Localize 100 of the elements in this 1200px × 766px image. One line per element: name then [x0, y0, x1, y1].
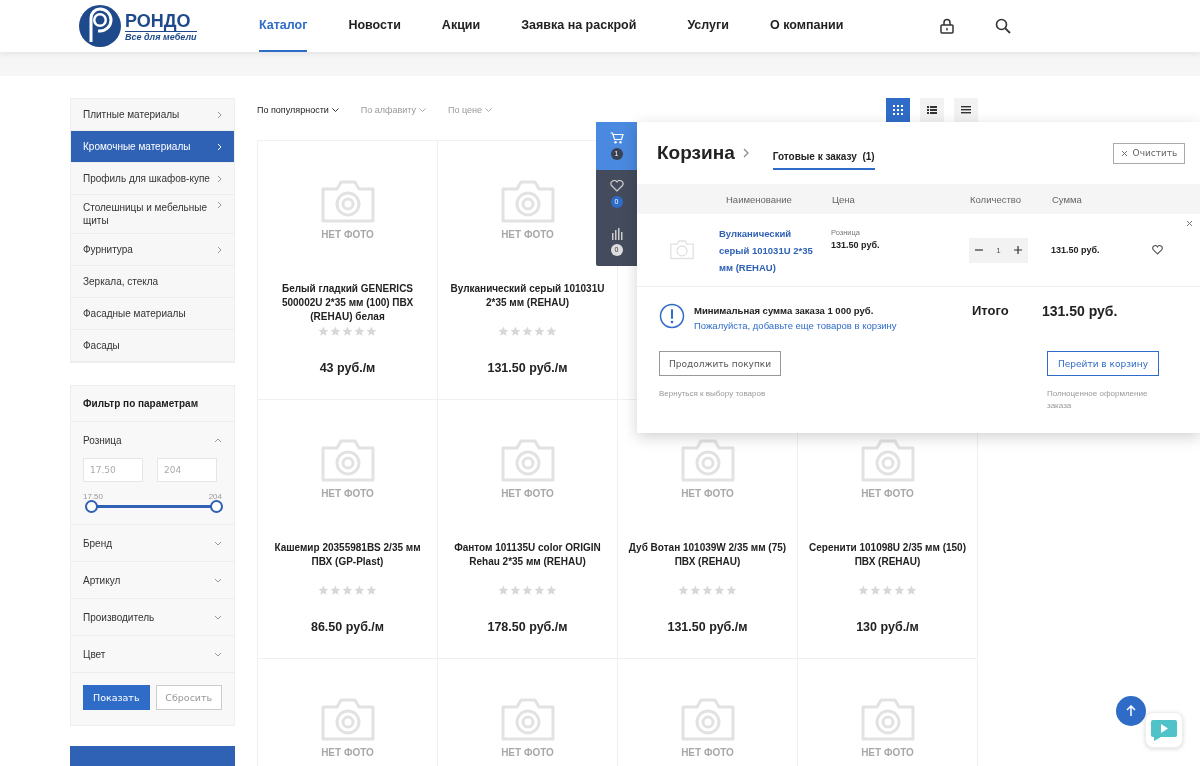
camera-icon [669, 239, 695, 261]
product-name[interactable]: Дуб Вотан 101039W 2/35 мм (75) ПВХ (REHAU) [625, 541, 790, 583]
chevron-icon [217, 142, 222, 151]
product-name[interactable]: Вулканический серый 101031U 2*35 мм (REHAU) [445, 282, 610, 324]
arrow-up-icon [1126, 705, 1136, 717]
filter-label[interactable]: Бренд [83, 537, 113, 549]
total-label: Итого [972, 303, 1010, 318]
range-max-label: 204 [208, 492, 222, 501]
category-item[interactable]: Столешницы и мебельные щиты [71, 195, 234, 234]
nav-link[interactable]: Услуги [687, 0, 729, 52]
product-price: 130 руб./м [856, 620, 919, 634]
no-photo-label: НЕТ ФОТО [321, 488, 374, 499]
minimum-order-notice: Минимальная сумма заказа 1 000 руб. [694, 305, 875, 316]
category-item[interactable]: Зеркала, стекла [71, 266, 234, 298]
heart-icon[interactable] [1152, 245, 1164, 255]
sort-link[interactable]: По популярности [257, 105, 339, 115]
tiles-view-button[interactable] [886, 98, 910, 122]
lock-icon[interactable] [939, 18, 956, 34]
filter-label[interactable]: Производитель [83, 611, 155, 623]
no-photo-label: НЕТ ФОТО [501, 747, 554, 758]
cart-icon [609, 132, 624, 144]
caret-icon [485, 108, 492, 112]
continue-shopping-button[interactable]: Продолжить покупки [659, 351, 781, 376]
category-item[interactable]: Кромочные материалы [71, 131, 234, 163]
product-price: 43 руб./м [319, 361, 376, 375]
filter-label[interactable]: Цвет [83, 648, 106, 660]
cart-item-name[interactable]: Вулканический серый 101031U 2*35 мм (REHAU) [719, 224, 819, 276]
column-header: Количество [970, 193, 1023, 205]
column-header: Сумма [1052, 193, 1082, 205]
product-name[interactable]: Фантом 101135U color ORIGIN Rehau 2*35 мм (REHAU) [445, 541, 610, 583]
price-from-field[interactable]: 17.50 [83, 458, 143, 482]
no-photo-label: НЕТ ФОТО [501, 229, 554, 240]
close-icon [1120, 149, 1128, 157]
column-header: Наименование [726, 193, 793, 205]
bar-chart-icon [610, 228, 623, 240]
show-button[interactable]: Показать [83, 685, 150, 710]
category-item[interactable]: Фасады [71, 330, 234, 362]
product-name[interactable]: Белый гладкий GENERICS 500002U 2*35 мм (100) ПВХ (REHAU) белая [265, 282, 430, 324]
filter-title: Фильтр по параметрам [71, 386, 234, 422]
button-hint: Вернуться к выбору товаров [659, 388, 767, 400]
filter-label[interactable]: Розница [83, 434, 122, 446]
chevron-icon[interactable] [214, 651, 222, 657]
clear-button[interactable]: Очистить [1113, 142, 1185, 164]
nav-link[interactable]: О компании [769, 0, 844, 52]
range-thumb[interactable] [85, 500, 98, 513]
no-photo-label: НЕТ ФОТО [681, 488, 734, 499]
warning-icon [659, 303, 685, 329]
nav-link[interactable]: Акции [441, 0, 481, 52]
no-photo-label: НЕТ ФОТО [861, 488, 914, 499]
product-price: 86.50 руб./м [310, 620, 385, 634]
range-thumb[interactable] [210, 500, 223, 513]
nav-link[interactable]: Новости [348, 0, 401, 52]
chat-icon [1150, 718, 1178, 742]
chevron-icon [217, 174, 222, 183]
product-name[interactable]: Серенити 101098U 2/35 мм (150) ПВХ (REHAU) [805, 541, 970, 583]
total-value: 131.50 руб. [1042, 303, 1118, 319]
logo-name: РОНДО [125, 10, 197, 32]
product-price: 131.50 руб./м [487, 361, 568, 375]
search-icon[interactable] [995, 18, 1012, 34]
product-price: 178.50 руб./м [487, 620, 568, 634]
grid-icon [893, 105, 903, 115]
chevron-icon [217, 245, 222, 254]
scroll-top-button[interactable] [1116, 696, 1146, 726]
ready-tab[interactable]: Готовые к заказу (1) [772, 144, 875, 170]
quantity-stepper[interactable]: 1 [969, 237, 1028, 263]
no-photo-label: НЕТ ФОТО [681, 747, 734, 758]
category-item[interactable]: Профиль для шкафов-купе [71, 163, 234, 195]
nav-link[interactable]: Заявка на раскрой [521, 0, 637, 52]
add-more-link[interactable]: Пожалуйста, добавьте еще товаров в корзину [694, 320, 964, 331]
logo-tagline: Все для мебели [125, 31, 197, 42]
chevron-icon [217, 201, 222, 209]
no-photo-label: НЕТ ФОТО [501, 488, 554, 499]
minus-icon[interactable] [975, 246, 984, 254]
price-to-field[interactable]: 204 [157, 458, 217, 482]
heart-icon [609, 180, 624, 192]
category-item[interactable]: Фурнитура [71, 234, 234, 266]
list-icon [927, 105, 937, 115]
category-item[interactable]: Фасадные материалы [71, 298, 234, 330]
quantity-value[interactable]: 1 [996, 245, 1001, 255]
product-name[interactable]: Кашемир 20355981BS 2/35 мм ПВХ (GP-Plast) [265, 541, 430, 583]
chevron-icon[interactable] [214, 614, 222, 620]
chevron-icon [742, 148, 749, 158]
plus-icon[interactable] [1013, 246, 1022, 254]
chevron-icon[interactable] [214, 437, 222, 443]
filter-label[interactable]: Артикул [83, 574, 121, 586]
item-sum: 131.50 руб. [1051, 245, 1100, 255]
table-view-button[interactable] [954, 98, 978, 122]
button-hint: Полноценное оформление заказа [1047, 388, 1149, 412]
no-photo-label: НЕТ ФОТО [861, 747, 914, 758]
list-view-button[interactable] [920, 98, 944, 122]
logo-icon [78, 4, 122, 48]
product-price: 131.50 руб./м [667, 620, 748, 634]
chevron-icon[interactable] [214, 540, 222, 546]
go-to-cart-button[interactable]: Перейти в корзину [1047, 351, 1159, 376]
chevron-icon[interactable] [214, 577, 222, 583]
column-header: Цена [832, 193, 856, 205]
no-photo-label: НЕТ ФОТО [321, 747, 374, 758]
caret-icon [331, 108, 339, 112]
item-price: 131.50 руб. [831, 240, 881, 250]
close-icon[interactable] [1186, 220, 1193, 227]
